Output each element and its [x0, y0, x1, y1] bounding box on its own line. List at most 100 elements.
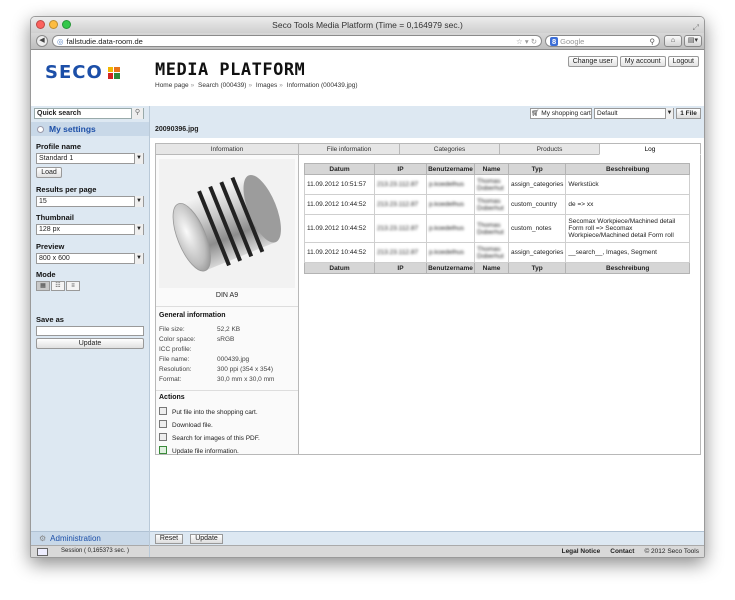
cart-bar: 🛒︎ My shopping cart Default ▼ 1 File	[150, 106, 704, 121]
home-button[interactable]: ⌂	[664, 35, 682, 47]
update-icon	[159, 446, 167, 454]
file-thumbnail[interactable]	[159, 159, 295, 288]
profile-name-label: Profile name	[36, 142, 82, 151]
thumbnail-select[interactable]: 128 px ▼	[36, 224, 144, 235]
my-settings-header[interactable]: My settings	[31, 122, 149, 136]
tab-bar: Information File information Categories …	[155, 143, 701, 155]
main-area: 🛒︎ My shopping cart Default ▼ 1 File 200…	[150, 106, 704, 557]
preview-select[interactable]: 800 x 600 ▼	[36, 253, 144, 264]
search-icon[interactable]: ⚲	[131, 108, 143, 119]
breadcrumb-home[interactable]: Home page	[155, 82, 189, 89]
add-to-cart-action[interactable]: Put file into the shopping cart.	[159, 407, 258, 418]
load-button[interactable]: Load	[36, 167, 62, 178]
url-bar[interactable]: ◎ fallstudie.data-room.de ☆ ▾ ↻	[52, 35, 542, 47]
bottom-action-bar: Reset Update	[150, 531, 704, 545]
col-beschreibung[interactable]: Beschreibung	[565, 163, 690, 175]
contact-link[interactable]: Contact	[610, 546, 634, 557]
url-text: fallstudie.data-room.de	[66, 37, 143, 46]
session-text: Session ( 0,165373 sec. )	[61, 548, 130, 554]
session-status: Session ( 0,165373 sec. )	[31, 545, 149, 557]
breadcrumb-search[interactable]: Search (000439)	[198, 82, 246, 89]
mode-switcher: ▦ ☷ ≡	[36, 281, 80, 291]
info-panel: DIN A9 General information File size: 52,…	[155, 155, 299, 455]
logo-mark-icon	[107, 66, 120, 79]
change-user-button[interactable]: Change user	[567, 56, 618, 67]
divider	[156, 306, 298, 307]
tab-file-information[interactable]: File information	[298, 143, 399, 155]
col-ip[interactable]: IP	[374, 163, 427, 175]
col-benutzername[interactable]: Benutzername	[426, 163, 475, 175]
col-datum[interactable]: Datum	[304, 163, 375, 175]
zoom-window-button[interactable]	[62, 20, 71, 29]
update-settings-button[interactable]: Update	[36, 338, 144, 349]
divider	[156, 390, 298, 391]
info-row: Format: 30,0 mm x 30,0 mm	[159, 376, 275, 383]
file-count-button[interactable]: 1 File	[676, 108, 701, 119]
chevron-down-icon: ▼	[134, 196, 143, 207]
col-name[interactable]: Name	[474, 163, 509, 175]
session-icon	[37, 548, 48, 556]
back-button[interactable]: ◀	[36, 35, 48, 47]
table-row: 11.09.2012 10:44:52 213.23.112.87 p.koedel…	[304, 242, 690, 263]
profile-name-select[interactable]: Standard 1 ▼	[36, 153, 144, 164]
list-detail-view-icon[interactable]: ☷	[51, 281, 65, 291]
chevron-down-icon: ▼	[134, 153, 143, 164]
bookmark-star-icon[interactable]: ☆ ▾ ↻	[516, 36, 537, 47]
user-buttons: Change user My account Logout	[567, 56, 699, 67]
minimize-window-button[interactable]	[49, 20, 58, 29]
menu-button[interactable]: ▤▾	[684, 35, 702, 47]
browser-window: Seco Tools Media Platform (Time = 0,1649…	[30, 16, 705, 558]
tab-categories[interactable]: Categories	[399, 143, 499, 155]
download-action[interactable]: Download file.	[159, 420, 213, 431]
list-view-icon[interactable]: ≡	[66, 281, 80, 291]
save-as-label: Save as	[36, 315, 64, 324]
page-footer: Legal Notice Contact © 2012 Seco Tools	[150, 545, 704, 557]
legal-notice-link[interactable]: Legal Notice	[562, 546, 601, 557]
footer-links: Legal Notice Contact © 2012 Seco Tools	[562, 546, 699, 557]
tab-log[interactable]: Log	[599, 143, 701, 155]
browser-search-field[interactable]: 8 Google ⚲	[545, 35, 660, 47]
results-per-page-label: Results per page	[36, 185, 97, 194]
preview-value: 800 x 600	[39, 255, 70, 262]
thumbnail-caption: DIN A9	[215, 292, 239, 299]
my-account-button[interactable]: My account	[619, 56, 666, 67]
info-row: ICC profile:	[159, 346, 192, 353]
shopping-cart-button[interactable]: 🛒︎ My shopping cart	[530, 108, 592, 119]
search-icon[interactable]: ⚲	[650, 36, 656, 47]
info-row: Resolution: 300 ppi (354 x 354)	[159, 366, 274, 373]
browser-toolbar: ◀ ◎ fallstudie.data-room.de ☆ ▾ ↻ 8 Google…	[31, 33, 704, 50]
breadcrumb: Home page» Search (000439)» Images» Info…	[155, 82, 358, 89]
grid-view-icon[interactable]: ▦	[36, 281, 50, 291]
thumbnail-label: Thumbnail	[36, 213, 74, 222]
google-icon: 8	[550, 37, 559, 46]
results-per-page-select[interactable]: 15 ▼	[36, 196, 144, 207]
collapse-icon	[37, 126, 44, 133]
tab-information[interactable]: Information	[155, 143, 298, 155]
search-pdf-images-action[interactable]: Search for images of this PDF.	[159, 433, 260, 444]
web-page: SECO MEDIA PLATFORM Home page» Search (0…	[31, 50, 704, 557]
cart-select[interactable]: Default ▼	[594, 108, 674, 119]
log-panel: Datum IP Benutzername Name Typ Beschreib…	[299, 155, 701, 455]
pdf-search-icon	[159, 433, 167, 441]
update-file-info-action[interactable]: Update file information.	[159, 446, 239, 457]
shopping-cart-label: My shopping cart	[541, 110, 591, 117]
administration-link[interactable]: ⚙ Administration	[31, 531, 149, 545]
quick-search-input[interactable]: Quick search ⚲	[34, 108, 144, 119]
my-settings-label: My settings	[49, 124, 96, 134]
file-name-heading: 20090396.jpg	[150, 121, 704, 138]
breadcrumb-images[interactable]: Images	[256, 82, 277, 89]
logout-button[interactable]: Logout	[667, 56, 699, 67]
tab-products[interactable]: Products	[499, 143, 599, 155]
info-row: Color space: sRGB	[159, 336, 235, 343]
close-window-button[interactable]	[36, 20, 45, 29]
update-button[interactable]: Update	[190, 534, 223, 544]
gear-icon: ⚙	[39, 534, 47, 543]
seco-logo[interactable]: SECO	[45, 62, 120, 83]
table-row: 11.09.2012 10:44:52 213.23.112.87 p.koedel…	[304, 194, 690, 215]
col-typ[interactable]: Typ	[507, 163, 567, 175]
reset-button[interactable]: Reset	[155, 534, 183, 544]
log-footer-row: Datum IP Benutzername Name Typ Beschreibung	[304, 262, 690, 274]
results-per-page-value: 15	[39, 198, 47, 205]
save-as-input[interactable]	[36, 326, 144, 336]
table-row: 11.09.2012 10:44:52 213.23.112.87 p.koedel…	[304, 214, 690, 243]
